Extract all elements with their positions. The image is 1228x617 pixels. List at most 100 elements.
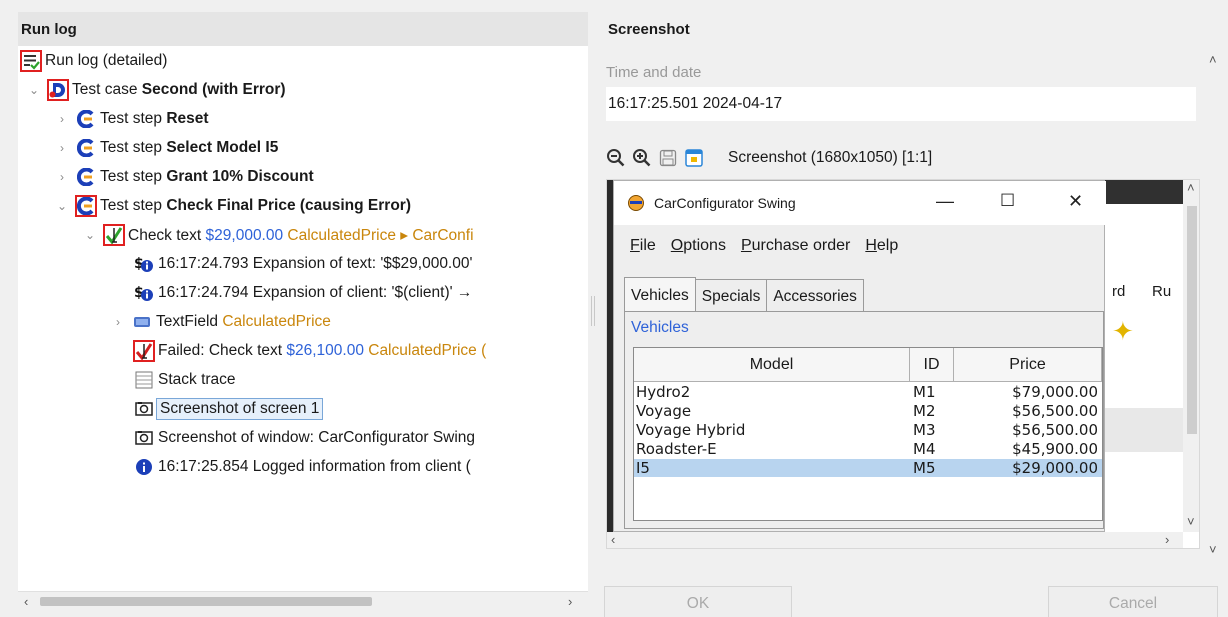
- scroll-down-icon[interactable]: ˅: [1209, 542, 1217, 557]
- viewer-horizontal-scrollbar[interactable]: ‹ ›: [607, 532, 1183, 548]
- tree-row-label: 16:17:25.854 Logged information from cli…: [158, 458, 471, 476]
- chevron-down-icon[interactable]: ⌄: [56, 199, 68, 213]
- run-log-tree: Run log (detailed) ⌄ Test case Second (w…: [18, 46, 588, 585]
- test-step-icon: [76, 109, 96, 129]
- run-log-horizontal-scrollbar[interactable]: ‹ ›: [18, 591, 588, 611]
- cancel-button[interactable]: Cancel: [1048, 586, 1218, 617]
- screenshot-title: Screenshot: [608, 21, 690, 38]
- variable-info-icon: $: [134, 283, 154, 303]
- tab-specials[interactable]: Specials: [694, 279, 768, 311]
- scroll-down-icon[interactable]: ˅: [1187, 514, 1195, 529]
- scroll-left-icon[interactable]: ‹: [24, 594, 28, 609]
- menu-purchase-order[interactable]: Purchase order: [741, 237, 850, 255]
- run-log-icon: [20, 50, 42, 72]
- minimize-icon[interactable]: —: [936, 191, 954, 212]
- table-row[interactable]: Hydro2 M1 $79,000.00: [634, 383, 1102, 401]
- tree-row-expansion-text[interactable]: $ 16:17:24.793 Expansion of text: '$$29,…: [134, 251, 472, 277]
- scroll-up-icon[interactable]: ˄: [1187, 180, 1195, 195]
- table-row[interactable]: Roadster-E M4 $45,900.00: [634, 440, 1102, 458]
- ok-button[interactable]: OK: [604, 586, 792, 617]
- column-header-model[interactable]: Model: [634, 348, 910, 382]
- run-log-title: Run log: [18, 12, 588, 46]
- chevron-right-icon[interactable]: ›: [56, 141, 68, 155]
- column-header-price[interactable]: Price: [954, 348, 1102, 382]
- app-tabs: Vehicles Specials Accessories: [624, 277, 864, 311]
- time-and-date-field[interactable]: 16:17:25.501 2024-04-17: [606, 87, 1196, 121]
- scrollbar-thumb[interactable]: [1187, 206, 1197, 434]
- menu-help[interactable]: Help: [865, 237, 898, 255]
- viewer-vertical-scrollbar[interactable]: ˄ ˅: [1183, 180, 1199, 532]
- tree-row-text-part: Grant 10% Discount: [166, 168, 314, 185]
- tree-row-expansion-client[interactable]: $ 16:17:24.794 Expansion of client: '$(c…: [134, 280, 472, 306]
- table-cell-price: $29,000.00: [1012, 459, 1098, 477]
- panel-splitter[interactable]: [591, 296, 595, 326]
- table-row[interactable]: Voyage M2 $56,500.00: [634, 402, 1102, 420]
- tree-row-stack-trace[interactable]: Stack trace: [134, 367, 236, 393]
- window-preview-icon[interactable]: [684, 148, 704, 168]
- tree-row-check-text[interactable]: ⌄ Check text $29,000.00 CalculatedPrice …: [84, 222, 474, 248]
- time-and-date-label: Time and date: [606, 64, 702, 81]
- zoom-in-icon[interactable]: [632, 148, 652, 168]
- scroll-right-icon[interactable]: ›: [568, 594, 572, 609]
- tree-row-label: Check text $29,000.00 CalculatedPrice ▸ …: [128, 226, 474, 245]
- table-row[interactable]: I5 M5 $29,000.00: [634, 459, 1102, 477]
- tree-row-textfield[interactable]: › TextField CalculatedPrice: [112, 309, 331, 335]
- tree-row-test-step-select[interactable]: › Test step Select Model I5: [56, 135, 278, 161]
- tree-row-text-part: Test case: [72, 81, 142, 98]
- tree-row-screenshot-window[interactable]: Screenshot of window: CarConfigurator Sw…: [134, 425, 475, 451]
- test-step-icon: [76, 138, 96, 158]
- table-row[interactable]: Voyage Hybrid M3 $56,500.00: [634, 421, 1102, 439]
- tree-row-test-case[interactable]: ⌄ Test case Second (with Error): [28, 77, 286, 103]
- vehicles-panel: Vehicles Model ID Price Hydro2 M1 $79,000.…: [624, 311, 1104, 529]
- screenshot-viewer[interactable]: rd Ru ✦ CarConfigurator Swing — ☐ ✕ File…: [606, 179, 1200, 549]
- tree-row-label: Run log (detailed): [45, 52, 167, 70]
- tree-row-logged-info[interactable]: 16:17:25.854 Logged information from cli…: [134, 454, 471, 480]
- chevron-down-icon[interactable]: ⌄: [28, 83, 40, 97]
- table-cell-model: Voyage Hybrid: [636, 421, 746, 439]
- tree-row-text-part: Test step: [100, 139, 167, 156]
- chevron-right-icon[interactable]: ›: [56, 170, 68, 184]
- tab-vehicles[interactable]: Vehicles: [624, 277, 696, 311]
- tree-row-test-step-check[interactable]: ⌄ Test step Check Final Price (causing E…: [56, 193, 411, 219]
- maximize-icon[interactable]: ☐: [1000, 191, 1015, 211]
- tree-row-text-part: Run log (detailed): [45, 52, 168, 69]
- scroll-up-icon[interactable]: ˄: [1209, 52, 1217, 67]
- screenshot-panel: Screenshot Time and date 16:17:25.501 20…: [598, 12, 1228, 617]
- background-text-fragment: Ru: [1152, 283, 1172, 300]
- tree-row-text-part: Screenshot of screen 1: [160, 400, 320, 417]
- zoom-out-icon[interactable]: [606, 148, 626, 168]
- tree-row-text-part: CalculatedPrice: [222, 313, 331, 330]
- scroll-left-icon[interactable]: ‹: [611, 532, 615, 547]
- tree-row-text-part: 16:17:24.794 Expansion of client: '$(cli…: [158, 284, 473, 301]
- tree-row-text-part: CalculatedPrice (: [363, 342, 487, 359]
- tree-row-label: Screenshot of screen 1: [156, 398, 324, 420]
- tree-row-text-part: Test step: [100, 197, 167, 214]
- vehicles-panel-title: Vehicles: [631, 319, 689, 336]
- scrollbar-thumb[interactable]: [40, 597, 372, 606]
- menu-file[interactable]: File: [630, 237, 656, 255]
- tree-row-text-part: Check Final Price (causing Error): [166, 197, 411, 214]
- tree-row-label: Stack trace: [158, 371, 236, 389]
- tree-row-text-part: Screenshot of window: CarConfigurator Sw…: [158, 429, 476, 446]
- chevron-right-icon[interactable]: ›: [56, 112, 68, 126]
- tree-row-run-log[interactable]: Run log (detailed): [20, 48, 167, 74]
- save-icon[interactable]: [658, 148, 678, 168]
- chevron-right-icon[interactable]: ›: [112, 315, 124, 329]
- details-vertical-scrollbar[interactable]: ˄ ˅: [1206, 52, 1224, 562]
- camera-icon: [134, 428, 154, 448]
- stack-trace-icon: [134, 370, 154, 390]
- close-icon[interactable]: ✕: [1068, 191, 1083, 212]
- tree-row-test-step-reset[interactable]: › Test step Reset: [56, 106, 209, 132]
- check-passed-icon: [103, 224, 125, 246]
- tree-row-label: Test step Reset: [100, 110, 209, 128]
- column-header-id[interactable]: ID: [910, 348, 954, 382]
- menu-options[interactable]: Options: [671, 237, 726, 255]
- scroll-right-icon[interactable]: ›: [1165, 532, 1169, 547]
- tab-accessories[interactable]: Accessories: [766, 279, 864, 311]
- table-cell-id: M1: [913, 383, 936, 401]
- tree-row-text-part: CalculatedPrice ▸ CarConfi: [283, 226, 474, 244]
- tree-row-screenshot-screen[interactable]: Screenshot of screen 1: [134, 396, 324, 422]
- chevron-down-icon[interactable]: ⌄: [84, 228, 96, 242]
- tree-row-failed-check[interactable]: Failed: Check text $26,100.00 Calculated…: [133, 338, 487, 364]
- tree-row-test-step-discount[interactable]: › Test step Grant 10% Discount: [56, 164, 314, 190]
